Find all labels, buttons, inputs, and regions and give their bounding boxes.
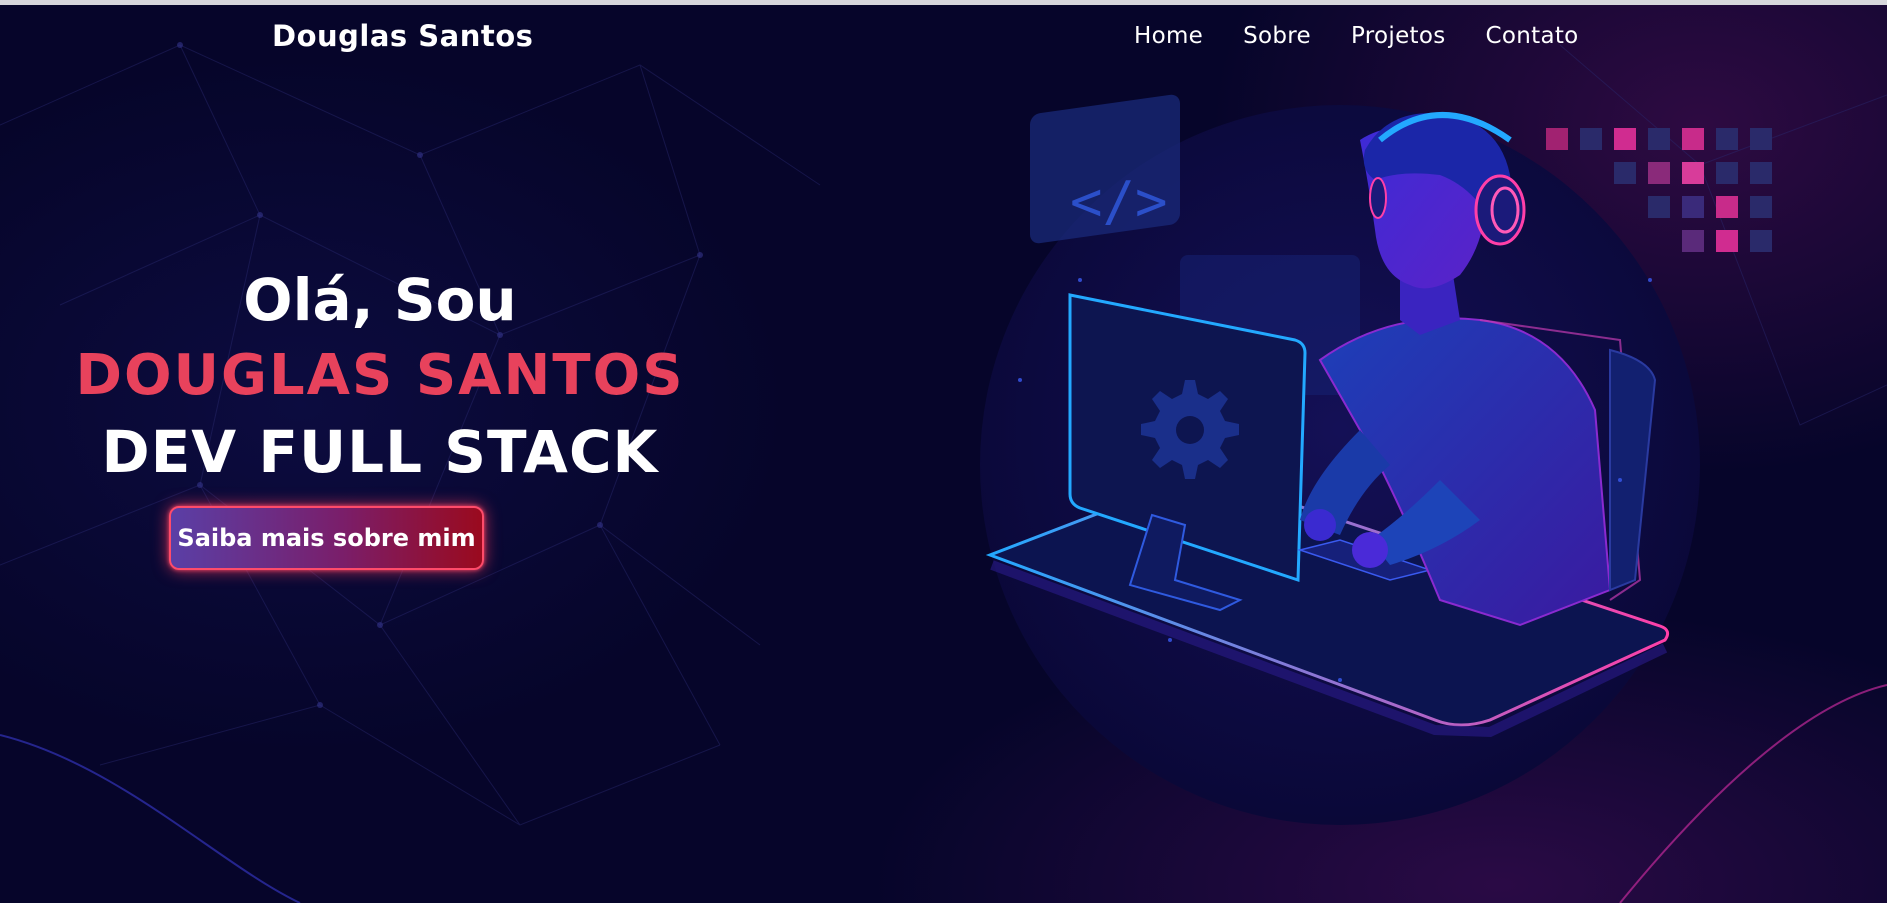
hero-text: Olá, Sou DOUGLAS SANTOS DEV FULL STACK — [30, 262, 730, 490]
nav-link-sobre[interactable]: Sobre — [1243, 23, 1311, 49]
nav-links: Home Sobre Projetos Contato — [1134, 23, 1579, 49]
brand-logo[interactable]: Douglas Santos — [272, 19, 533, 53]
code-card-icon: </> — [1030, 94, 1180, 244]
top-navbar: Douglas Santos Home Sobre Projetos Conta… — [0, 5, 1887, 71]
developer-illustration: </> — [920, 80, 1790, 854]
hero-role: DEV FULL STACK — [101, 418, 659, 486]
nav-link-projetos[interactable]: Projetos — [1351, 23, 1446, 49]
nav-link-contato[interactable]: Contato — [1486, 23, 1579, 49]
hero-greeting: Olá, Sou — [243, 266, 517, 334]
code-symbol-text: </> — [1070, 170, 1168, 233]
about-me-button[interactable]: Saiba mais sobre mim — [169, 506, 484, 570]
developer-at-computer-icon: </> — [980, 94, 1772, 825]
hero-name: DOUGLAS SANTOS — [75, 343, 685, 408]
nav-link-home[interactable]: Home — [1134, 23, 1203, 49]
